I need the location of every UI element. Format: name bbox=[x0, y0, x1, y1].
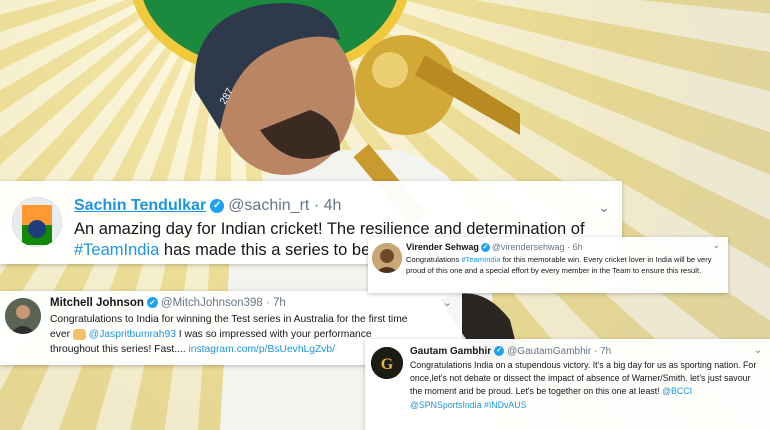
tweet-header: Sachin Tendulkar ✓ @sachin_rt · 4h bbox=[74, 197, 341, 215]
tweet-header: Mitchell Johnson ✓ @MitchJohnson398 · 7h bbox=[50, 297, 286, 309]
avatar[interactable] bbox=[12, 197, 62, 247]
chevron-down-icon[interactable]: ⌄ bbox=[712, 240, 720, 251]
tweet-header: Gautam Gambhir ✓ @GautamGambhir · 7h bbox=[410, 346, 611, 357]
author-name[interactable]: Sachin Tendulkar bbox=[74, 197, 206, 214]
author-handle[interactable]: @GautamGambhir bbox=[507, 346, 591, 357]
instagram-link[interactable]: instagram.com/p/BsUevhLgZvb/ bbox=[189, 344, 336, 355]
tweet-text-part: Congratulations India on a stupendous vi… bbox=[410, 360, 757, 397]
verified-icon: ✓ bbox=[210, 198, 225, 213]
tweet-text-word: ever bbox=[50, 329, 73, 340]
avatar[interactable] bbox=[5, 298, 41, 334]
avatar[interactable]: G bbox=[371, 347, 403, 379]
verified-icon: ✓ bbox=[480, 243, 490, 253]
chevron-down-icon[interactable]: ⌄ bbox=[443, 296, 452, 309]
tweet-time[interactable]: · 7h bbox=[266, 297, 286, 309]
author-name[interactable]: Virender Sehwag bbox=[406, 242, 479, 252]
author-handle[interactable]: @virendersehwag bbox=[492, 242, 565, 252]
tweet-text-part: Congratulations bbox=[406, 255, 462, 264]
tweet-text-line: An amazing day for Indian cricket! The r… bbox=[74, 220, 585, 238]
tweet-text-line: throughout this series! Fast.... bbox=[50, 344, 189, 355]
hashtag-link[interactable]: #TeamIndia bbox=[74, 241, 159, 259]
clapping-hands-icon bbox=[72, 328, 86, 340]
tweet-time[interactable]: · 6h bbox=[567, 242, 583, 252]
verified-icon: ✓ bbox=[494, 346, 505, 357]
tweet-text: Congratulations #TeamIndia for this memo… bbox=[406, 254, 724, 276]
author-handle[interactable]: @MitchJohnson398 bbox=[161, 297, 263, 309]
tweet-text: Congratulations India on a stupendous vi… bbox=[410, 359, 760, 412]
tweet-time[interactable]: · 7h bbox=[594, 346, 611, 357]
svg-text:G: G bbox=[381, 356, 394, 373]
tweet-virender-sehwag[interactable]: Virender Sehwag ✓ @virendersehwag · 6h Con… bbox=[368, 237, 728, 293]
hashtag-link[interactable]: #TeamIndia bbox=[461, 255, 500, 264]
author-name[interactable]: Mitchell Johnson bbox=[50, 297, 144, 309]
author-name[interactable]: Gautam Gambhir bbox=[410, 346, 491, 357]
verified-icon: ✓ bbox=[146, 297, 158, 309]
tweet-time[interactable]: · 4h bbox=[314, 197, 342, 214]
tweet-gautam-gambhir[interactable]: G Gautam Gambhir ✓ @GautamGambhir · 7h Con… bbox=[365, 339, 770, 430]
mention-link[interactable]: @Jaspritbumrah93 bbox=[89, 329, 176, 340]
chevron-down-icon[interactable]: ⌄ bbox=[598, 199, 610, 216]
chevron-down-icon[interactable]: ⌄ bbox=[754, 345, 762, 356]
avatar[interactable] bbox=[372, 243, 402, 273]
tweet-text-line: Congratulations to India for winning the… bbox=[50, 314, 408, 325]
tweet-header: Virender Sehwag ✓ @virendersehwag · 6h bbox=[406, 242, 583, 253]
tweet-text-line: I was so impressed with your performance bbox=[175, 329, 372, 340]
author-handle[interactable]: @sachin_rt bbox=[228, 197, 309, 214]
